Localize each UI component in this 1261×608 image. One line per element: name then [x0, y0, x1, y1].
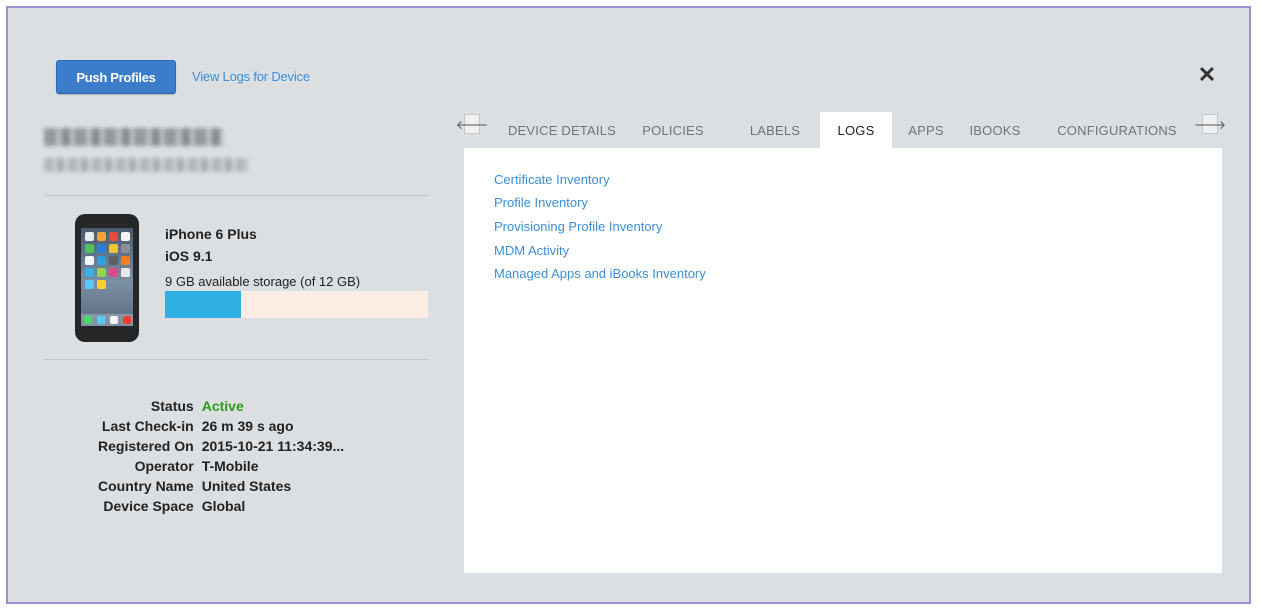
- country-value: United States: [201, 478, 292, 494]
- provisioning-profile-inventory-link[interactable]: Provisioning Profile Inventory: [494, 219, 662, 234]
- operator-value: T-Mobile: [201, 458, 259, 474]
- tab-configurations[interactable]: CONFIGURATIONS: [1034, 112, 1200, 148]
- push-profiles-button[interactable]: Push Profiles: [56, 60, 176, 94]
- divider: [44, 359, 429, 360]
- logs-panel: Certificate Inventory Profile Inventory …: [464, 148, 1222, 573]
- tab-policies[interactable]: POLICIES: [632, 112, 714, 148]
- registered-label: Registered On: [98, 438, 194, 454]
- status-value: Active: [201, 398, 244, 414]
- user-email-redacted: [44, 158, 249, 172]
- device-os: iOS 9.1: [165, 248, 213, 264]
- device-model: iPhone 6 Plus: [165, 226, 257, 242]
- device-space-label: Device Space: [103, 498, 194, 514]
- info-row-device-space: Device Space Global: [98, 496, 344, 516]
- tab-device-details[interactable]: DEVICE DETAILS: [498, 112, 626, 148]
- scroll-right-arrow-icon[interactable]: 🡒: [1194, 114, 1226, 134]
- country-label: Country Name: [98, 478, 194, 494]
- profile-inventory-link[interactable]: Profile Inventory: [494, 195, 588, 210]
- info-row-last-checkin: Last Check-in 26 m 39 s ago: [98, 416, 344, 436]
- storage-bar-fill: [165, 291, 242, 318]
- close-icon[interactable]: ✕: [1196, 62, 1218, 88]
- info-row-operator: Operator T-Mobile: [98, 456, 344, 476]
- device-image: [75, 214, 139, 342]
- device-info-table: Status Active Last Check-in 26 m 39 s ag…: [98, 396, 344, 516]
- user-name-redacted: [44, 128, 224, 146]
- tab-bar: 🡐 DEVICE DETAILS POLICIES LABELS LOGS AP…: [456, 112, 1226, 148]
- tab-apps[interactable]: APPS: [900, 112, 952, 148]
- phone-screen: [81, 228, 133, 326]
- storage-bar: [165, 291, 428, 318]
- device-details-modal: Push Profiles View Logs for Device ✕ iPh…: [6, 6, 1251, 604]
- tab-ibooks[interactable]: IBOOKS: [964, 112, 1026, 148]
- registered-value: 2015-10-21 11:34:39...: [201, 438, 345, 454]
- mdm-activity-link[interactable]: MDM Activity: [494, 243, 569, 258]
- phone-dock: [81, 314, 133, 326]
- tab-labels[interactable]: LABELS: [742, 112, 808, 148]
- managed-apps-ibooks-inventory-link[interactable]: Managed Apps and iBooks Inventory: [494, 266, 706, 281]
- status-label: Status: [150, 398, 194, 414]
- info-row-registered: Registered On 2015-10-21 11:34:39...: [98, 436, 344, 456]
- view-logs-link[interactable]: View Logs for Device: [192, 69, 310, 84]
- divider: [44, 195, 429, 196]
- scroll-left-arrow-icon[interactable]: 🡐: [456, 114, 488, 134]
- info-row-country: Country Name United States: [98, 476, 344, 496]
- last-checkin-label: Last Check-in: [101, 418, 194, 434]
- last-checkin-value: 26 m 39 s ago: [201, 418, 294, 434]
- certificate-inventory-link[interactable]: Certificate Inventory: [494, 172, 610, 187]
- info-row-status: Status Active: [98, 396, 344, 416]
- storage-text: 9 GB available storage (of 12 GB): [165, 274, 361, 289]
- device-space-value: Global: [201, 498, 246, 514]
- tab-logs[interactable]: LOGS: [820, 112, 892, 148]
- operator-label: Operator: [134, 458, 194, 474]
